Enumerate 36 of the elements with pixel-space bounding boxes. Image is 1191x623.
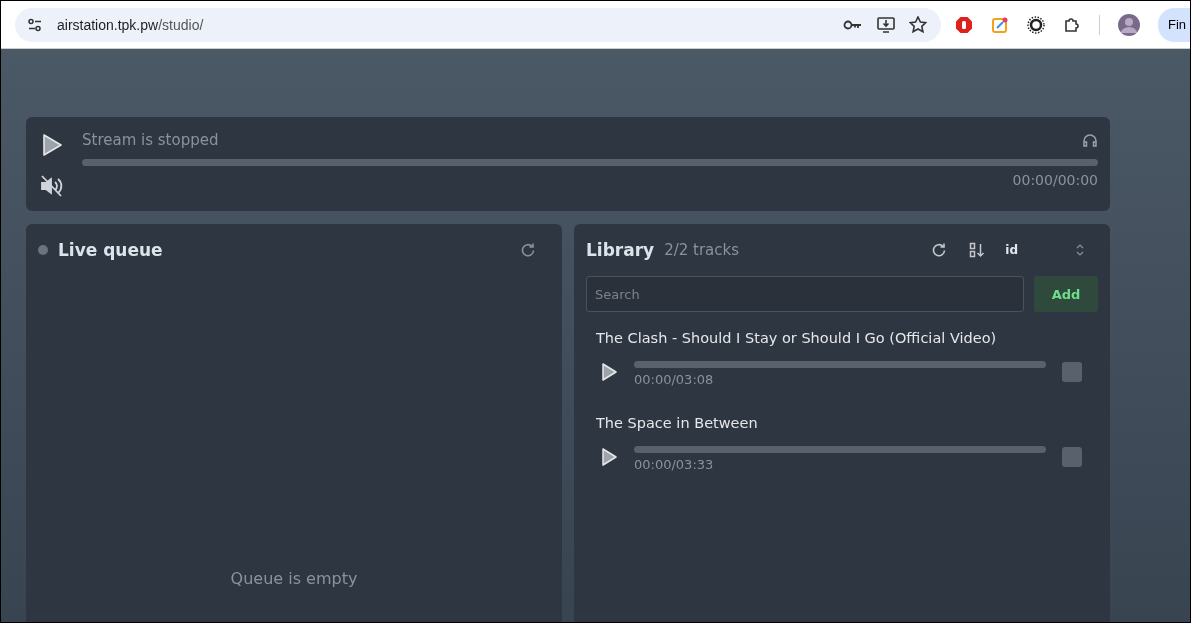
key-icon[interactable] (843, 18, 863, 31)
panel-title: Library (586, 240, 655, 260)
stream-time: 00:00/00:00 (1012, 172, 1098, 188)
track-time: 00:00/03:08 (634, 372, 715, 387)
play-icon[interactable] (41, 133, 63, 157)
headphones-icon[interactable] (1082, 132, 1098, 148)
chevrons-icon (1076, 244, 1084, 256)
extensions-icon[interactable] (1063, 15, 1081, 34)
checkbox[interactable] (1062, 361, 1082, 382)
star-icon[interactable] (909, 16, 927, 33)
sort-icon[interactable] (969, 242, 986, 258)
refresh-icon[interactable] (931, 242, 948, 258)
empty-message: Queue is empty (230, 569, 358, 588)
color-picker-icon[interactable] (991, 15, 1009, 34)
track-title: The Clash - Should I Stay or Should I Go (Official Video) (596, 330, 998, 346)
site-settings-icon[interactable] (27, 17, 43, 32)
muted-speaker-icon[interactable] (40, 175, 64, 197)
play-icon[interactable] (600, 446, 618, 467)
track-progress-bar[interactable] (634, 446, 1046, 453)
sort-select[interactable]: id (995, 243, 1084, 257)
stream-status: Stream is stopped (82, 131, 219, 149)
track-progress-bar[interactable] (634, 361, 1046, 368)
sun-icon[interactable] (1027, 15, 1045, 34)
install-app-icon[interactable] (877, 16, 895, 33)
search-field[interactable]: Search (586, 276, 1024, 312)
track-time: 00:00/03:33 (634, 457, 715, 472)
add-button[interactable]: Add (1034, 276, 1098, 312)
refresh-icon[interactable] (520, 242, 536, 258)
track-count: 2/2 tracks (664, 241, 740, 259)
track-title: The Space in Between (596, 415, 759, 431)
play-icon[interactable] (600, 361, 618, 382)
profile-button[interactable]: Fin (1158, 7, 1190, 42)
panel-title: Live queue (58, 240, 163, 260)
avatar-icon[interactable] (1118, 13, 1140, 36)
checkbox[interactable] (1062, 446, 1082, 467)
stop-hand-icon[interactable] (955, 15, 973, 34)
